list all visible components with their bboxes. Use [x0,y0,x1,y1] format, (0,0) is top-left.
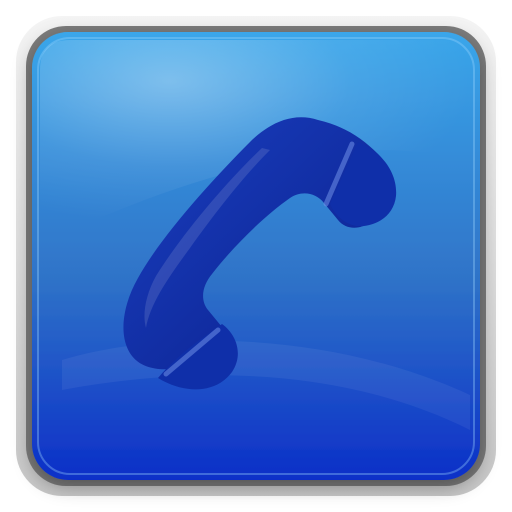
phone-app-icon[interactable] [0,0,512,512]
icon-canvas [0,0,512,512]
